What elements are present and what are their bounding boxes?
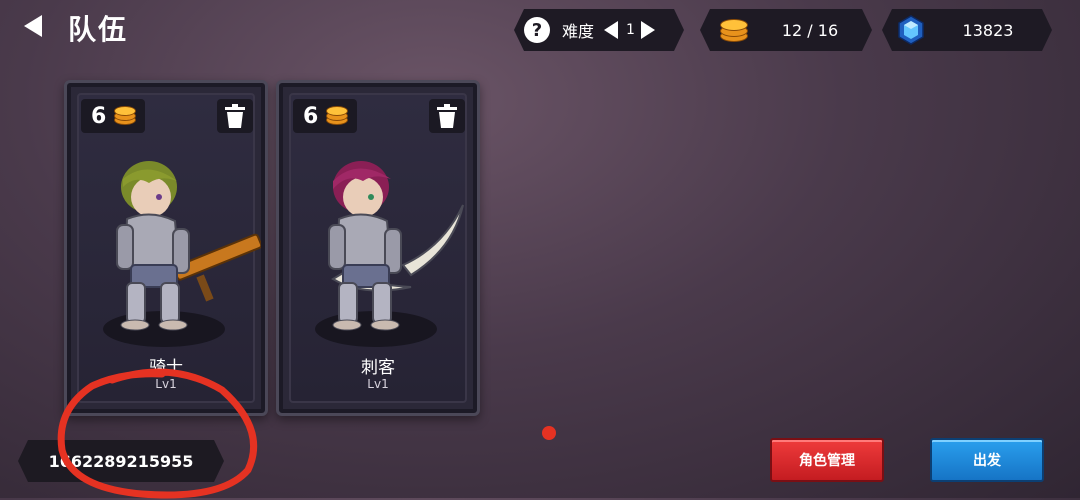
hero-level: Lv1 <box>367 377 389 391</box>
trash-icon <box>225 104 245 128</box>
hero-cost: 6 <box>293 99 357 133</box>
coin-icon <box>720 18 748 42</box>
red-dot-marker <box>542 426 556 440</box>
remove-hero-button[interactable] <box>217 99 253 133</box>
difficulty-label: 难度 <box>562 22 595 41</box>
gem-counter: 13823 <box>882 9 1052 51</box>
trash-icon <box>437 104 457 128</box>
difficulty-increase-icon[interactable] <box>641 21 655 39</box>
gem-count: 13823 <box>962 20 1014 40</box>
hero-name: 骑士 <box>149 358 183 378</box>
remove-hero-button[interactable] <box>429 99 465 133</box>
help-icon[interactable]: ? <box>524 17 550 43</box>
knight-sprite <box>116 161 261 331</box>
difficulty-decrease-icon[interactable] <box>604 21 618 39</box>
cost-value: 6 <box>303 103 319 129</box>
back-arrow-icon <box>24 15 42 37</box>
cost-value: 6 <box>91 103 107 129</box>
coin-count: 12 / 16 <box>781 20 839 40</box>
depart-button[interactable]: 出发 <box>930 438 1044 482</box>
coin-icon <box>326 106 349 126</box>
hero-card-knight[interactable]: 6 骑士 Lv1 <box>64 80 268 416</box>
hero-level: Lv1 <box>155 377 177 391</box>
assassin-sprite <box>328 161 464 331</box>
back-button[interactable] <box>20 12 48 40</box>
role-manage-button[interactable]: 角色管理 <box>770 438 884 482</box>
hero-name: 刺客 <box>361 358 395 378</box>
gem-icon <box>898 15 924 45</box>
hero-cost: 6 <box>81 99 145 133</box>
difficulty-value: 1 <box>626 22 635 38</box>
difficulty-selector: ? 难度 1 <box>514 9 684 51</box>
page-title: 队伍 <box>68 13 129 46</box>
hero-card-assassin[interactable]: 6 刺客 Lv1 <box>276 80 480 416</box>
coin-counter: 12 / 16 <box>700 9 872 51</box>
player-id: 1662289215955 <box>18 440 224 482</box>
player-id-text: 1662289215955 <box>48 451 194 471</box>
coin-icon <box>114 106 137 126</box>
